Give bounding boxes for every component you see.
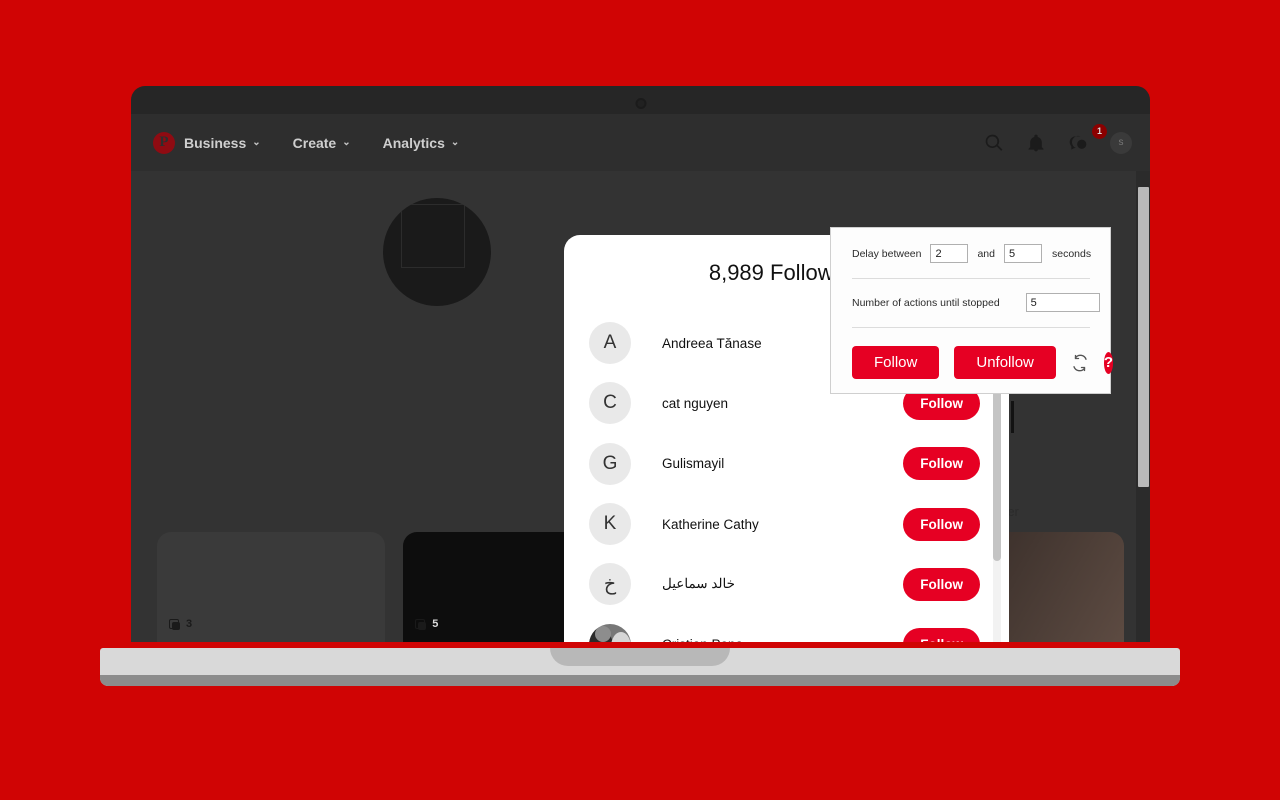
navbar-right: 1 s — [984, 123, 1132, 154]
follower-name: خالد سماعيل — [662, 576, 735, 592]
list-item[interactable]: خ خالد سماعيل Follow — [564, 554, 1009, 614]
divider — [852, 278, 1090, 279]
messages-icon[interactable] — [1068, 133, 1088, 153]
board-pin-count-group: 3 — [169, 618, 192, 630]
delay-max-input[interactable] — [1004, 244, 1042, 263]
follower-name: Gulismayil — [662, 456, 725, 472]
pinterest-logo-icon[interactable]: P — [153, 131, 175, 154]
avatar[interactable] — [589, 623, 631, 642]
seconds-label: seconds — [1052, 247, 1092, 260]
list-item[interactable]: Cristian Popa Follow — [564, 614, 1009, 642]
nav-item-business-label: Business — [184, 134, 247, 151]
delay-label: Delay between — [852, 247, 922, 260]
follow-button[interactable]: Follow — [903, 567, 980, 601]
nav-business-group[interactable]: Business ⌄ — [184, 135, 261, 151]
follower-name: cat nguyen — [662, 395, 729, 411]
text-caret — [1011, 401, 1014, 433]
refresh-icon[interactable] — [1071, 354, 1089, 372]
follow-action-button[interactable]: Follow — [852, 346, 940, 379]
board-pin-count: 3 — [186, 618, 193, 630]
automation-panel: Delay between and seconds Number of acti… — [830, 227, 1114, 394]
avatar[interactable]: G — [589, 442, 631, 485]
unfollow-action-button[interactable]: Unfollow — [954, 346, 1056, 379]
laptop-screen: P Business ⌄ Create ⌄ Analytics ⌄ 1 s 3 … — [131, 114, 1150, 642]
board-card[interactable]: 3 — [157, 532, 386, 642]
laptop-frame: P Business ⌄ Create ⌄ Analytics ⌄ 1 s 3 … — [131, 86, 1150, 642]
navbar-left: P Business ⌄ Create ⌄ Analytics ⌄ — [153, 131, 460, 154]
actions-count-input[interactable] — [1025, 293, 1100, 312]
chevron-down-icon: ⌄ — [252, 137, 261, 148]
avatar[interactable]: K — [589, 503, 631, 546]
laptop-base — [100, 648, 1180, 686]
bell-icon[interactable] — [1026, 133, 1046, 153]
chevron-down-icon: ⌄ — [450, 137, 460, 148]
stage: P Business ⌄ Create ⌄ Analytics ⌄ 1 s 3 … — [0, 0, 1280, 800]
follower-name: Cristian Popa — [662, 637, 743, 642]
follow-button[interactable]: Follow — [903, 628, 980, 642]
profile-avatar — [383, 198, 491, 306]
search-icon[interactable] — [984, 133, 1004, 153]
avatar[interactable]: خ — [589, 563, 631, 606]
nav-item-create[interactable]: Create ⌄ — [293, 135, 351, 151]
avatar[interactable]: C — [589, 382, 631, 425]
pin-stack-icon — [415, 618, 427, 630]
follower-name: Andreea Tănase — [662, 335, 762, 351]
avatar[interactable]: s — [1110, 131, 1132, 154]
follow-button[interactable]: Follow — [903, 447, 980, 481]
board-pin-count-group: 5 — [415, 618, 438, 630]
messages-badge: 1 — [1092, 123, 1107, 139]
laptop-base-lip — [100, 675, 1180, 686]
list-item[interactable]: G Gulismayil Follow — [564, 434, 1009, 494]
actions-row: Number of actions until stopped — [852, 293, 1100, 312]
laptop-camera-icon — [635, 98, 646, 109]
chevron-down-icon: ⌄ — [342, 137, 351, 148]
actions-label: Number of actions until stopped — [852, 296, 1000, 309]
and-label: and — [977, 247, 995, 260]
nav-item-create-label: Create — [292, 134, 337, 151]
laptop-trackpad-notch — [550, 648, 730, 666]
pin-stack-icon — [169, 618, 181, 630]
nav-item-analytics-label: Analytics — [382, 134, 445, 151]
delay-row: Delay between and seconds — [852, 244, 1092, 263]
avatar[interactable]: A — [589, 322, 631, 365]
panel-actions: Follow Unfollow ? — [852, 346, 1114, 379]
list-item[interactable]: K Katherine Cathy Follow — [564, 494, 1009, 554]
divider — [852, 327, 1090, 328]
follower-name: Katherine Cathy — [662, 516, 759, 532]
pinterest-navbar: P Business ⌄ Create ⌄ Analytics ⌄ 1 s — [131, 114, 1150, 171]
page-scrollbar-thumb[interactable] — [1138, 187, 1149, 487]
delay-min-input[interactable] — [930, 244, 969, 263]
nav-item-analytics[interactable]: Analytics ⌄ — [383, 135, 460, 151]
nav-item-business[interactable]: P Business ⌄ — [153, 131, 261, 154]
help-icon[interactable]: ? — [1103, 351, 1114, 374]
follow-button[interactable]: Follow — [903, 507, 980, 541]
page-scrollbar[interactable] — [1136, 171, 1150, 642]
board-pin-count: 5 — [432, 618, 439, 630]
